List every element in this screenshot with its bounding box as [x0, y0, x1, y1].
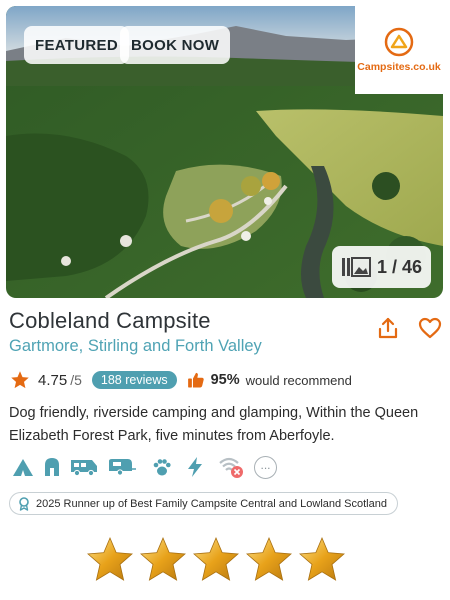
motorhome-icon — [70, 458, 98, 476]
reviews-link[interactable]: 188 reviews — [91, 371, 177, 389]
rating-max: /5 — [70, 372, 82, 388]
book-now-button[interactable]: BOOK NOW — [120, 26, 231, 64]
award-text: 2025 Runner up of Best Family Campsite C… — [36, 497, 387, 510]
share-icon — [378, 317, 398, 339]
gold-star-icon — [299, 536, 345, 581]
star-rating — [86, 536, 346, 584]
pet-paw-icon — [152, 457, 172, 477]
campsite-description: Dog friendly, riverside camping and glam… — [9, 405, 419, 444]
featured-badge: FEATURED — [24, 26, 129, 64]
more-amenities-button[interactable]: ... — [254, 455, 277, 479]
heart-icon — [418, 317, 442, 339]
logo-text: Campsites.co.uk — [357, 61, 441, 73]
no-wifi-icon — [218, 455, 244, 479]
rating-row: 4.75 /5 188 reviews 95% would recommend — [10, 368, 440, 392]
rating-value: 4.75 — [38, 371, 68, 389]
gallery-counter-button[interactable]: 1 / 46 — [332, 246, 431, 288]
campsite-location[interactable]: Gartmore, Stirling and Forth Valley — [9, 337, 262, 356]
gold-star-icon — [87, 536, 133, 581]
gallery-counter: 1 / 46 — [376, 256, 423, 277]
amenities-row: ... — [12, 454, 277, 480]
glamping-pod-icon — [44, 457, 60, 477]
thumbs-up-icon — [187, 372, 204, 388]
star-icon — [11, 371, 29, 389]
gold-star-icon — [193, 536, 239, 581]
share-button[interactable] — [376, 316, 400, 345]
award-badge: 2025 Runner up of Best Family Campsite C… — [9, 492, 398, 515]
award-ribbon-icon — [19, 496, 29, 511]
campsite-name[interactable]: Cobleland Campsite — [9, 308, 211, 334]
campsites-logo[interactable]: Campsites.co.uk — [355, 6, 443, 94]
caravan-icon — [108, 458, 136, 476]
tent-logo-icon — [384, 27, 414, 57]
recommend-label: would recommend — [245, 372, 352, 388]
recommend-percent: 95% — [210, 372, 240, 388]
gallery-icon — [341, 257, 371, 277]
gold-star-icon — [140, 536, 186, 581]
electric-hookup-icon — [186, 456, 204, 478]
tent-icon — [12, 457, 34, 477]
favorite-button[interactable] — [418, 316, 442, 345]
gold-star-icon — [246, 536, 292, 581]
